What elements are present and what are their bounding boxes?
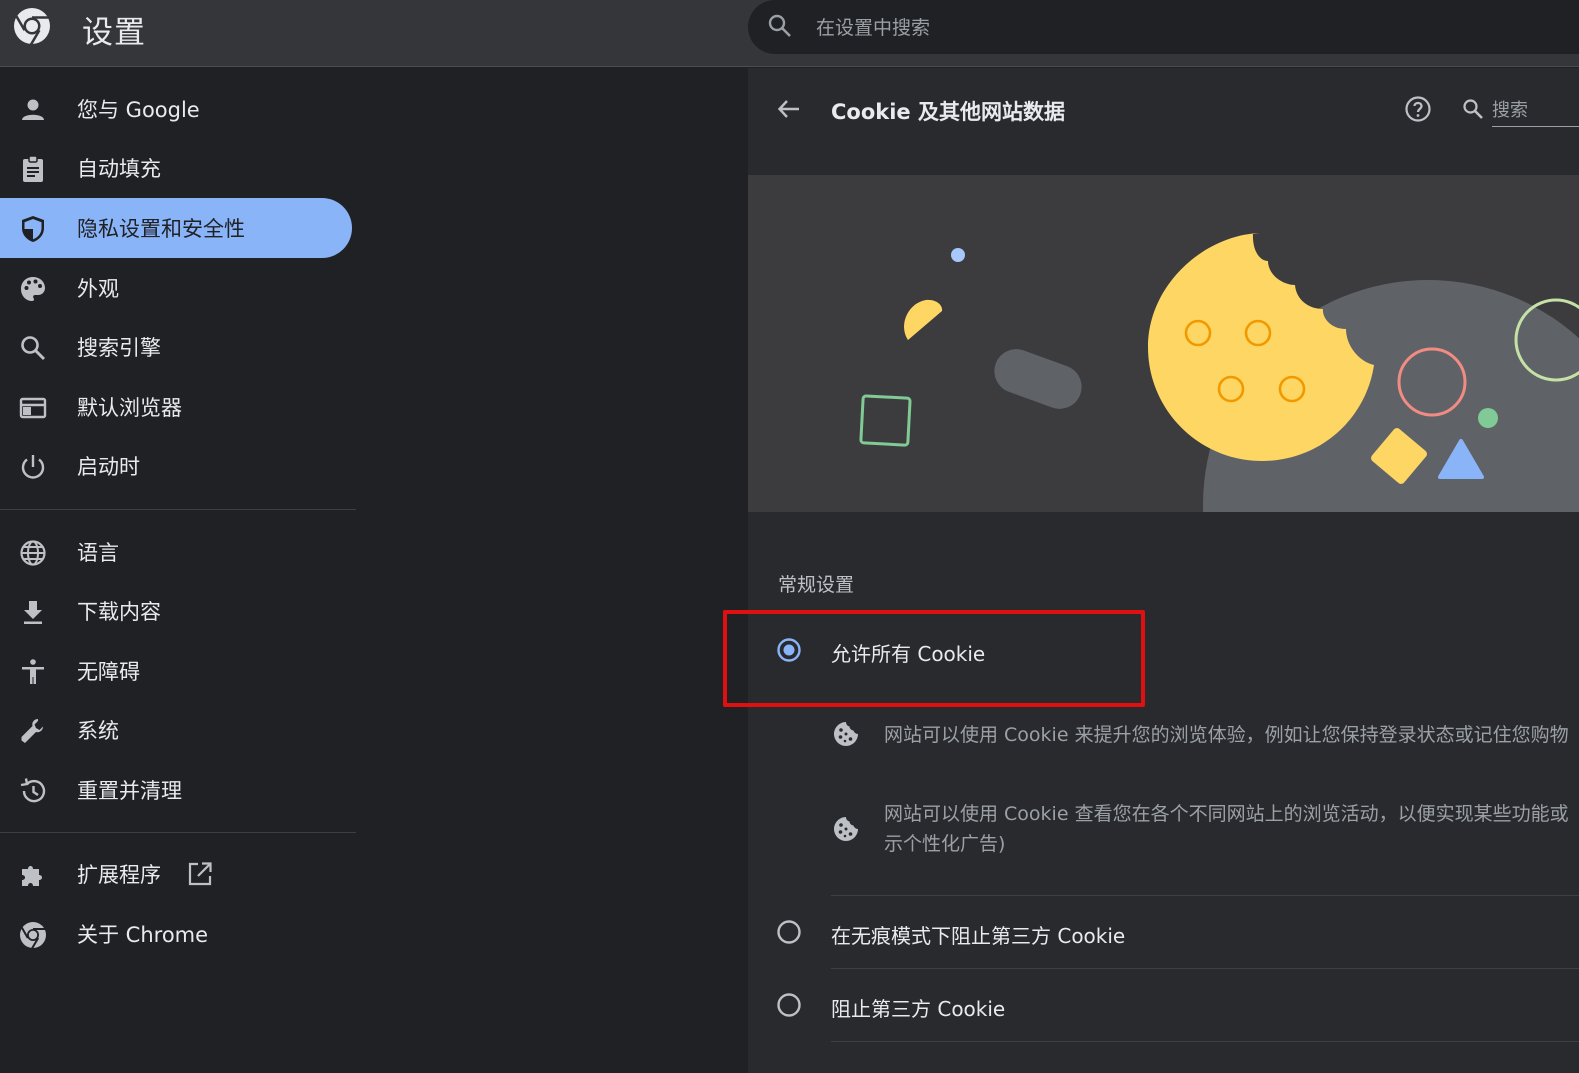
sidebar-item-you-and-google[interactable]: 您与 Google [0,79,352,139]
settings-search-input[interactable]: 在设置中搜索 [748,0,1579,54]
sidebar-item-label: 系统 [77,719,119,743]
download-icon [24,601,42,624]
option-label-allow-all[interactable]: 允许所有 Cookie [831,638,985,667]
sidebar-item-reset-cleanup[interactable]: 重置并清理 [0,760,352,820]
sidebar-item-label: 下载内容 [77,600,161,624]
sidebar-divider [0,509,356,510]
sidebar-item-label: 您与 Google [77,98,200,122]
green-dot-shape [1478,408,1498,428]
sidebar-item-privacy-security[interactable]: 隐私设置和安全性 [0,198,352,258]
radio-block-third-party-incognito[interactable] [776,919,802,945]
search-placeholder: 在设置中搜索 [816,17,931,39]
square-outline-shape [859,394,912,447]
globe-icon [20,540,46,566]
row-divider [831,1041,1579,1042]
sidebar-item-autofill[interactable]: 自动填充 [0,138,352,198]
sidebar-item-label: 扩展程序 [77,863,161,887]
app-title: 设置 [82,15,146,51]
option-label-block-third-party[interactable]: 阻止第三方 Cookie [831,993,1005,1022]
sidebar-item-label: 外观 [77,277,119,301]
sidebar-item-label: 隐私设置和安全性 [77,217,245,241]
description-text-continued: 示个性化广告) [884,833,1006,855]
search-underline [1492,126,1579,127]
wrench-icon [21,719,43,743]
section-title: 常规设置 [778,574,855,596]
chrome-icon [20,922,46,950]
top-bar: 设置 在设置中搜索 [0,0,1579,67]
settings-window: 设置 在设置中搜索 您与 Google 自动填充 隐私设置和安全性 外观 搜索引… [0,0,1579,1073]
description-text: 网站可以使用 Cookie 查看您在各个不同网站上的浏览活动，以便实现某些功能或 [884,803,1569,825]
cookie-illustration [748,175,1579,512]
pill-shape [994,349,1082,409]
person-icon [22,99,44,120]
power-icon [21,455,45,479]
radio-block-third-party[interactable] [776,992,802,1018]
sidebar-item-on-startup[interactable]: 启动时 [0,436,352,496]
search-icon [21,336,46,361]
sidebar-item-search-engine[interactable]: 搜索引擎 [0,317,352,377]
option-label-block-incognito[interactable]: 在无痕模式下阻止第三方 Cookie [831,920,1125,949]
clipboard-icon [23,155,43,182]
description-text: 网站可以使用 Cookie 来提升您的浏览体验，例如让您保持登录状态或记住您购物 [884,724,1569,746]
sidebar-item-system[interactable]: 系统 [0,700,352,760]
sidebar-item-label: 语言 [77,541,119,565]
chrome-logo-icon [14,8,50,46]
palette-icon [21,277,45,301]
sidebar-item-downloads[interactable]: 下载内容 [0,581,352,641]
row-divider [831,968,1579,969]
sidebar-item-extensions[interactable]: 扩展程序 [0,844,352,904]
dot-shape [951,248,965,262]
half-moon-shape [904,299,943,340]
sidebar-item-about-chrome[interactable]: 关于 Chrome [0,904,352,964]
cookie-search-input[interactable]: 搜索 [1492,96,1528,122]
cookie-shape [1148,233,1374,461]
cookie-icon [834,817,858,841]
sidebar-divider [0,832,356,833]
accessibility-icon [22,659,44,684]
radio-allow-all-cookies[interactable] [776,637,802,663]
shield-icon [22,216,44,242]
back-arrow-icon[interactable] [774,94,804,124]
sidebar-item-label: 搜索引擎 [77,336,161,360]
sidebar-item-appearance[interactable]: 外观 [0,258,352,318]
help-icon[interactable] [1403,94,1433,124]
row-divider [831,895,1579,896]
sidebar-item-label: 默认浏览器 [77,396,182,420]
cookie-icon [834,722,858,746]
sidebar-item-label: 启动时 [77,455,140,479]
sidebar-item-accessibility[interactable]: 无障碍 [0,641,352,701]
search-icon[interactable] [1461,97,1485,121]
sidebar-item-label: 自动填充 [77,157,161,181]
sidebar-item-label: 重置并清理 [77,779,182,803]
search-icon [768,14,791,37]
open-in-new-icon [188,862,212,886]
puzzle-icon [22,866,42,886]
browser-window-icon [19,397,47,419]
sidebar-item-label: 关于 Chrome [77,923,209,947]
sidebar-item-languages[interactable]: 语言 [0,522,352,582]
sidebar-item-default-browser[interactable]: 默认浏览器 [0,377,352,437]
sidebar: 您与 Google 自动填充 隐私设置和安全性 外观 搜索引擎 默认浏览器 启动… [0,68,360,1073]
sidebar-item-label: 无障碍 [77,660,140,684]
cookie-settings-panel: Cookie 及其他网站数据 搜索 常规设置 允许所有 Cookie 网站可以使… [748,68,1579,1073]
history-icon [20,778,46,803]
page-title: Cookie 及其他网站数据 [831,100,1065,124]
